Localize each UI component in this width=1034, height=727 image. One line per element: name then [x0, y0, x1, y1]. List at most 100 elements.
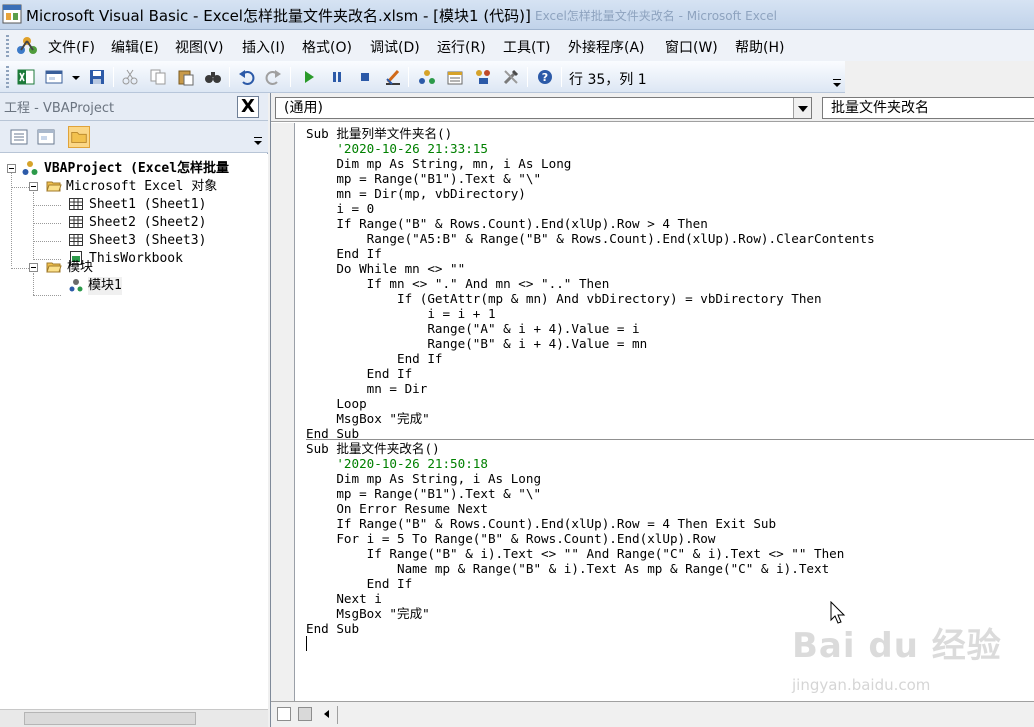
view-code-icon[interactable] — [8, 126, 30, 148]
text-caret — [306, 636, 307, 651]
tree-node-sheet2[interactable]: Sheet2 (Sheet2) — [89, 214, 206, 232]
break-icon[interactable] — [328, 68, 346, 86]
code-editor[interactable]: Sub 批量列举文件夹名() '2020-10-26 21:33:15 Dim … — [306, 123, 1034, 701]
menu-format[interactable]: 格式(O) — [302, 37, 352, 57]
worksheet-icon — [69, 216, 83, 228]
menu-view[interactable]: 视图(V) — [175, 37, 224, 57]
tree-node-sheet1[interactable]: Sheet1 (Sheet1) — [89, 196, 206, 214]
view-object-icon[interactable] — [35, 126, 57, 148]
code-line: Range("A5:B" & Range("B" & Rows.Count).E… — [306, 231, 875, 246]
menu-run[interactable]: 运行(R) — [437, 37, 486, 57]
project-toolbar-dropdown-icon[interactable] — [252, 133, 264, 149]
save-icon[interactable] — [88, 68, 106, 86]
menu-edit[interactable]: 编辑(E) — [111, 37, 159, 57]
tree-node-excel-objects[interactable]: Microsoft Excel 对象 — [66, 178, 217, 196]
scrollbar-thumb[interactable] — [24, 712, 196, 725]
help-icon[interactable]: ? — [536, 68, 554, 86]
project-tree-horizontal-scrollbar[interactable] — [0, 709, 268, 727]
copy-icon[interactable] — [149, 68, 167, 86]
code-line: End If — [306, 246, 382, 261]
project-explorer-title: 工程 - VBAProject — [4, 101, 115, 116]
code-line: Sub 批量列举文件夹名() — [306, 126, 453, 141]
toolbox-icon[interactable] — [502, 68, 520, 86]
run-icon[interactable] — [300, 68, 318, 86]
reset-icon[interactable] — [356, 68, 374, 86]
menu-file[interactable]: 文件(F) — [48, 37, 95, 57]
tree-node-modules-folder[interactable]: 模块 — [67, 259, 93, 277]
vba-app-icon — [2, 4, 22, 24]
cursor-position-indicator: 行 35，列 1 — [569, 72, 647, 88]
code-line: End Sub — [306, 621, 360, 636]
tree-node-module1[interactable]: 模块1 — [88, 277, 122, 295]
code-line: Dim mp As String, i As Long — [306, 471, 542, 486]
code-comment-line: '2020-10-26 21:33:15 — [306, 141, 488, 156]
code-line: i = 0 — [306, 201, 375, 216]
toolbar-separator — [527, 67, 528, 87]
tree-node-vbaproject[interactable]: VBAProject (Excel怎样批量 — [44, 160, 229, 178]
view-excel-icon[interactable] — [17, 68, 35, 86]
toolbar-grip[interactable] — [6, 66, 9, 88]
watermark-url: jingyan.baidu.com — [792, 676, 931, 694]
chevron-down-icon[interactable] — [793, 98, 811, 118]
tree-connector — [33, 192, 34, 260]
scroll-left-icon[interactable] — [321, 707, 333, 721]
menu-tools[interactable]: 工具(T) — [503, 37, 550, 57]
worksheet-icon — [69, 198, 83, 210]
tree-node-thisworkbook[interactable]: ThisWorkbook — [89, 250, 183, 268]
object-combo-value: (通用) — [284, 100, 323, 116]
toolbar-options-icon[interactable] — [831, 69, 843, 91]
tree-node-sheet3[interactable]: Sheet3 (Sheet3) — [89, 232, 206, 250]
svg-text:?: ? — [542, 71, 548, 84]
open-folder-icon — [46, 181, 62, 192]
redo-icon[interactable] — [264, 68, 282, 86]
code-line: Name mp & Range("B" & i).Text As mp & Ra… — [306, 561, 830, 576]
paste-icon[interactable] — [177, 68, 195, 86]
code-line: End If — [306, 576, 413, 591]
insert-dropdown-icon[interactable] — [67, 68, 80, 86]
tree-connector — [11, 187, 29, 188]
background-window-title: Excel怎样批量文件夹改名 - Microsoft Excel — [535, 9, 777, 23]
code-line: If mn <> "." And mn <> ".." Then — [306, 276, 610, 291]
full-module-view-button[interactable] — [298, 707, 312, 721]
cut-icon[interactable] — [121, 68, 139, 86]
close-project-explorer-button[interactable]: X — [237, 96, 259, 118]
menu-addins[interactable]: 外接程序(A) — [568, 37, 645, 57]
procedure-combo[interactable]: 批量文件夹改名 — [822, 97, 1034, 119]
code-horizontal-scrollbar[interactable] — [337, 706, 1034, 724]
procedure-combo-value: 批量文件夹改名 — [831, 100, 929, 116]
collapse-modules-toggle[interactable] — [29, 263, 38, 272]
procedure-view-button[interactable] — [277, 707, 291, 721]
baidu-watermark: Bai du 经验 jingyan.baidu.com — [792, 618, 1001, 708]
margin-indicator-bar[interactable] — [271, 123, 295, 701]
menu-grip[interactable] — [6, 35, 9, 57]
insert-userform-icon[interactable] — [45, 68, 63, 86]
tree-connector — [33, 295, 61, 296]
design-mode-icon[interactable] — [384, 68, 402, 86]
code-line: Dim mp As String, mn, i As Long — [306, 156, 572, 171]
object-browser-icon[interactable] — [474, 68, 492, 86]
code-line: mn = Dir(mp, vbDirectory) — [306, 186, 526, 201]
undo-icon[interactable] — [238, 68, 256, 86]
code-line: MsgBox "完成" — [306, 411, 430, 426]
menu-help[interactable]: 帮助(H) — [735, 37, 784, 57]
code-line: Sub 批量文件夹改名() — [306, 441, 440, 456]
collapse-excel-objects-toggle[interactable] — [29, 182, 38, 191]
code-line: If (GetAttr(mp & mn) And vbDirectory) = … — [306, 291, 822, 306]
collapse-project-toggle[interactable] — [7, 164, 16, 173]
module-icon — [69, 279, 83, 292]
worksheet-icon — [69, 234, 83, 246]
menu-window[interactable]: 窗口(W) — [665, 37, 718, 57]
project-explorer-toolbar — [0, 121, 268, 153]
project-tree: VBAProject (Excel怎样批量 Microsoft Excel 对象… — [0, 154, 268, 709]
properties-window-icon[interactable] — [446, 68, 464, 86]
code-line: Range("B" & i + 4).Value = mn — [306, 336, 648, 351]
toggle-folders-button[interactable] — [68, 126, 90, 148]
menu-insert[interactable]: 插入(I) — [242, 37, 285, 57]
object-combo[interactable]: (通用) — [275, 97, 812, 119]
code-line: mp = Range("B1").Text & "\" — [306, 486, 542, 501]
project-explorer-icon[interactable] — [418, 68, 436, 86]
code-line: On Error Resume Next — [306, 501, 488, 516]
menu-debug[interactable]: 调试(D) — [370, 37, 420, 57]
find-icon[interactable] — [204, 68, 222, 86]
window-title: Microsoft Visual Basic - Excel怎样批量文件夹改名.… — [26, 7, 531, 25]
